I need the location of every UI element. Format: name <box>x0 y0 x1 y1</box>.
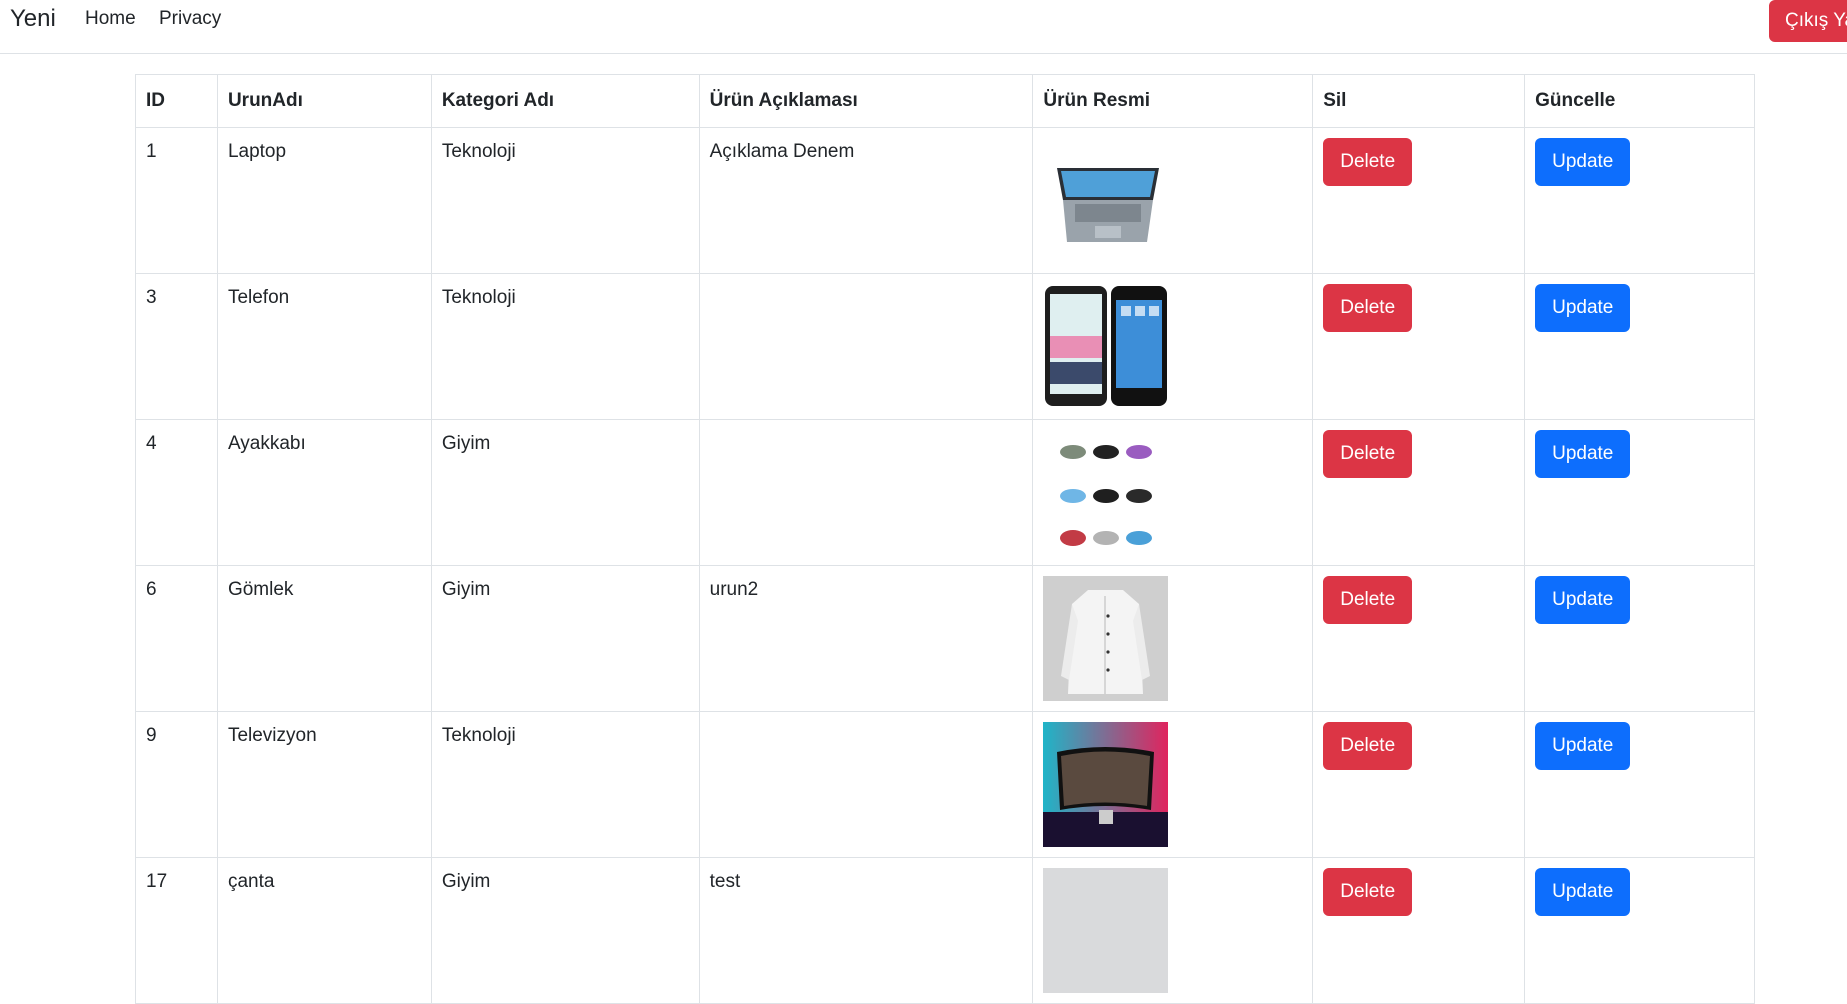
update-button[interactable]: Update <box>1535 284 1631 332</box>
cell-category: Giyim <box>430 857 700 1004</box>
update-button[interactable]: Update <box>1535 430 1631 478</box>
products-table: ID UrunAdı Kategori Adı Ürün Açıklaması … <box>135 74 1755 1004</box>
header-image: Ürün Resmi <box>1032 74 1314 128</box>
cell-delete: Delete <box>1312 273 1526 420</box>
table-row: 3 Telefon Teknoloji Delete Update <box>135 273 1755 420</box>
cell-id: 9 <box>135 711 218 858</box>
cell-image <box>1032 565 1314 712</box>
delete-button[interactable]: Delete <box>1323 868 1413 916</box>
cell-id: 1 <box>135 127 218 274</box>
cell-description <box>698 273 1034 420</box>
cell-description: Açıklama Denem <box>698 127 1034 274</box>
cell-update: Update <box>1524 857 1755 1004</box>
header-update: Güncelle <box>1524 74 1755 128</box>
cell-name: Televizyon <box>216 711 432 858</box>
delete-button[interactable]: Delete <box>1323 576 1413 624</box>
cell-image <box>1032 857 1314 1004</box>
cell-update: Update <box>1524 711 1755 858</box>
brand-link[interactable]: Yeni <box>10 5 56 33</box>
delete-button[interactable]: Delete <box>1323 138 1413 186</box>
cell-description: test <box>698 857 1034 1004</box>
header-category: Kategori Adı <box>430 74 700 128</box>
cell-update: Update <box>1524 419 1755 566</box>
cell-category: Giyim <box>430 419 700 566</box>
table-row: 17 çanta Giyim test Delete Update <box>135 857 1755 1004</box>
cell-image <box>1032 711 1314 858</box>
cell-image <box>1032 127 1314 274</box>
cell-category: Teknoloji <box>430 273 700 420</box>
nav-home-link[interactable]: Home <box>85 8 136 30</box>
cell-delete: Delete <box>1312 857 1526 1004</box>
cell-image <box>1032 419 1314 566</box>
table-row: 9 Televizyon Teknoloji Delete Update <box>135 711 1755 858</box>
bag-image <box>1043 868 1169 993</box>
delete-button[interactable]: Delete <box>1323 722 1413 770</box>
header-name: UrunAdı <box>216 74 432 128</box>
header-description: Ürün Açıklaması <box>698 74 1034 128</box>
cell-category: Teknoloji <box>430 711 700 858</box>
cell-delete: Delete <box>1312 419 1526 566</box>
cell-update: Update <box>1524 273 1755 420</box>
cell-category: Giyim <box>430 565 700 712</box>
cell-category: Teknoloji <box>430 127 700 274</box>
navbar: Yeni Home Privacy Çıkış Yap <box>0 0 1847 54</box>
shirt-image <box>1043 576 1169 701</box>
logout-button[interactable]: Çıkış Yap <box>1769 0 1847 42</box>
cell-description: urun2 <box>698 565 1034 712</box>
header-delete: Sil <box>1312 74 1526 128</box>
cell-update: Update <box>1524 565 1755 712</box>
table-row: 4 Ayakkabı Giyim Delete Update <box>135 419 1755 566</box>
cell-description <box>698 419 1034 566</box>
cell-id: 17 <box>135 857 218 1004</box>
cell-name: çanta <box>216 857 432 1004</box>
shoes-image <box>1043 430 1169 555</box>
cell-delete: Delete <box>1312 565 1526 712</box>
delete-button[interactable]: Delete <box>1323 284 1413 332</box>
cell-id: 4 <box>135 419 218 566</box>
table-row: 6 Gömlek Giyim urun2 Delete Update <box>135 565 1755 712</box>
update-button[interactable]: Update <box>1535 722 1631 770</box>
phone-image <box>1043 284 1169 409</box>
cell-name: Telefon <box>216 273 432 420</box>
cell-image <box>1032 273 1314 420</box>
update-button[interactable]: Update <box>1535 138 1631 186</box>
laptop-image <box>1043 138 1169 263</box>
table-header-row: ID UrunAdı Kategori Adı Ürün Açıklaması … <box>135 74 1755 128</box>
cell-delete: Delete <box>1312 127 1526 274</box>
cell-description <box>698 711 1034 858</box>
header-id: ID <box>135 74 218 128</box>
cell-name: Laptop <box>216 127 432 274</box>
cell-id: 3 <box>135 273 218 420</box>
update-button[interactable]: Update <box>1535 576 1631 624</box>
cell-id: 6 <box>135 565 218 712</box>
update-button[interactable]: Update <box>1535 868 1631 916</box>
cell-name: Ayakkabı <box>216 419 432 566</box>
nav-privacy-link[interactable]: Privacy <box>159 8 221 30</box>
cell-name: Gömlek <box>216 565 432 712</box>
cell-update: Update <box>1524 127 1755 274</box>
tv-image <box>1043 722 1169 847</box>
delete-button[interactable]: Delete <box>1323 430 1413 478</box>
table-row: 1 Laptop Teknoloji Açıklama Denem Delete… <box>135 127 1755 274</box>
cell-delete: Delete <box>1312 711 1526 858</box>
